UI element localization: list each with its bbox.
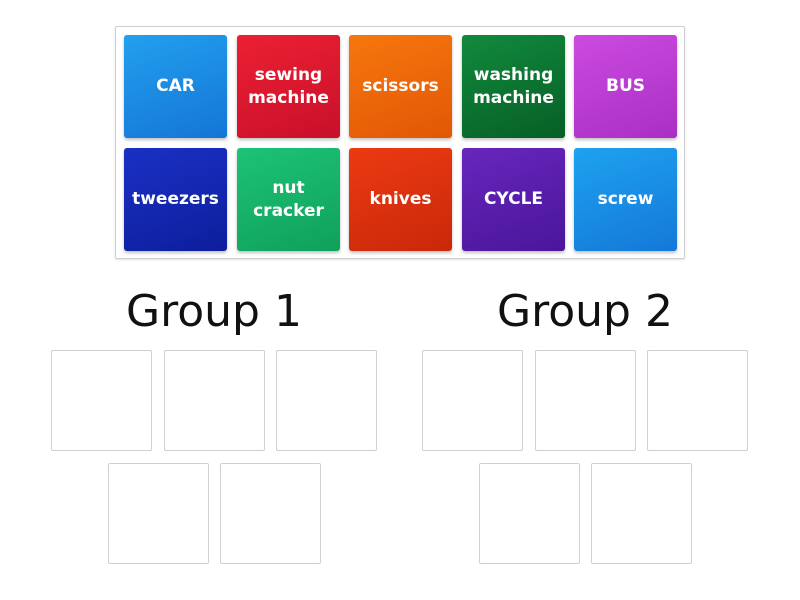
card-bus[interactable]: BUS bbox=[574, 35, 677, 138]
group-2-slot[interactable] bbox=[479, 463, 580, 564]
card-washing-machine[interactable]: washing machine bbox=[462, 35, 565, 138]
card-sewing-machine[interactable]: sewing machine bbox=[237, 35, 340, 138]
group-1-slot[interactable] bbox=[220, 463, 321, 564]
card-cycle[interactable]: CYCLE bbox=[462, 148, 565, 251]
group-1-title: Group 1 bbox=[126, 286, 302, 337]
group-2-slot[interactable] bbox=[422, 350, 523, 451]
group-2-slot[interactable] bbox=[647, 350, 748, 451]
card-knives[interactable]: knives bbox=[349, 148, 452, 251]
group-2-title: Group 2 bbox=[497, 286, 673, 337]
group-2-slot[interactable] bbox=[535, 350, 636, 451]
card-car[interactable]: CAR bbox=[124, 35, 227, 138]
card-screw[interactable]: screw bbox=[574, 148, 677, 251]
group-1-slot[interactable] bbox=[276, 350, 377, 451]
group-1-slot[interactable] bbox=[164, 350, 265, 451]
group-1-slot[interactable] bbox=[51, 350, 152, 451]
card-scissors[interactable]: scissors bbox=[349, 35, 452, 138]
card-tweezers[interactable]: tweezers bbox=[124, 148, 227, 251]
group-2-slot[interactable] bbox=[591, 463, 692, 564]
card-nut-cracker[interactable]: nut cracker bbox=[237, 148, 340, 251]
group-1-slot[interactable] bbox=[108, 463, 209, 564]
